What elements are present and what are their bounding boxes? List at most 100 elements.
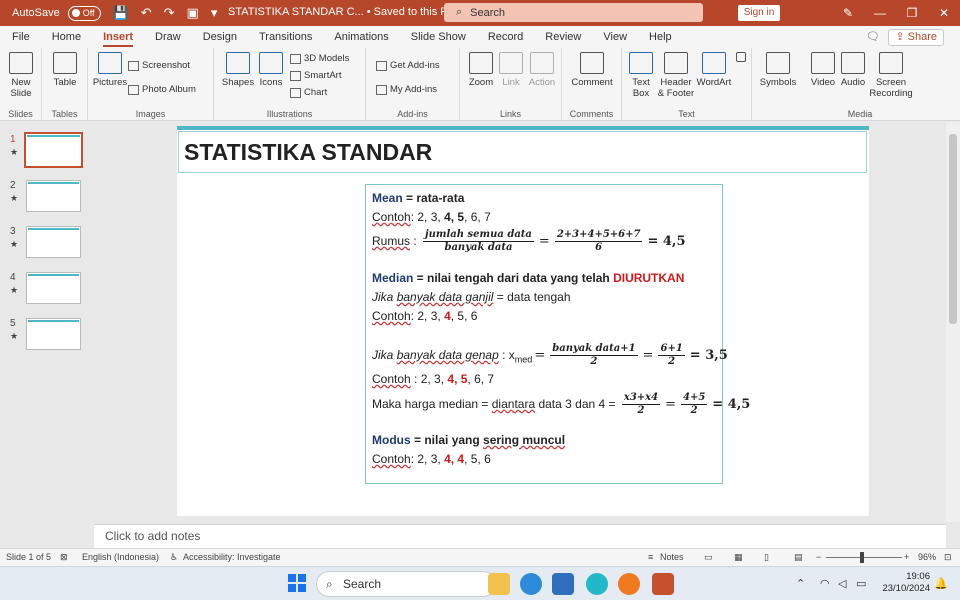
group-comments: Comment Comments: [562, 48, 622, 121]
get-addins-button[interactable]: Get Add-ins: [376, 60, 440, 71]
tab-home[interactable]: Home: [52, 26, 81, 48]
windows-start-icon[interactable]: [288, 574, 306, 592]
content-textbox[interactable]: Mean = rata-rata Contoh: 2, 3, 4, 5, 6, …: [365, 184, 750, 484]
text-more-button[interactable]: [734, 52, 748, 65]
wordart-button[interactable]: WordArt: [696, 52, 732, 88]
sign-in-button[interactable]: Sign in: [738, 5, 780, 21]
language-indicator[interactable]: English (Indonesia): [82, 552, 159, 562]
save-icon[interactable]: 💾: [113, 5, 129, 21]
slide-thumbnail[interactable]: 3 ★: [8, 226, 88, 262]
pictures-button[interactable]: Pictures: [92, 52, 128, 88]
slideshow-icon[interactable]: ▤: [794, 552, 803, 563]
slide-thumbnail[interactable]: 4 ★: [8, 272, 88, 308]
audio-button[interactable]: Audio: [838, 52, 868, 88]
new-slide-icon: [9, 52, 33, 74]
slide-sorter-icon[interactable]: ▦: [734, 552, 743, 563]
action-button[interactable]: Action: [526, 52, 558, 88]
accessibility-status[interactable]: Accessibility: Investigate: [183, 552, 281, 562]
screenshot-button[interactable]: Screenshot: [128, 60, 190, 71]
symbols-button[interactable]: Symbols: [758, 52, 798, 88]
chevron-up-icon[interactable]: ⌃: [796, 577, 805, 590]
vertical-scrollbar[interactable]: [946, 122, 960, 522]
new-slide-button[interactable]: New Slide: [4, 52, 38, 99]
zoom-button[interactable]: Zoom: [466, 52, 496, 88]
reading-view-icon[interactable]: ▯: [764, 552, 769, 563]
share-icon: ⇪: [895, 31, 908, 43]
shapes-button[interactable]: Shapes: [220, 52, 256, 88]
tab-animations[interactable]: Animations: [334, 26, 388, 48]
search-icon: ⌕: [456, 6, 463, 18]
video-icon: [811, 52, 835, 74]
photo-album-button[interactable]: Photo Album: [128, 84, 196, 95]
comments-icon[interactable]: 🗨: [866, 30, 880, 43]
zoom-level[interactable]: 96%: [918, 552, 936, 562]
close-icon[interactable]: ✕: [928, 6, 960, 20]
tab-transitions[interactable]: Transitions: [259, 26, 312, 48]
tab-insert[interactable]: Insert: [103, 26, 133, 48]
undo-icon[interactable]: ↶: [141, 5, 152, 21]
normal-view-icon[interactable]: ▭: [704, 552, 713, 563]
notes-button[interactable]: Notes: [660, 552, 684, 562]
zoom-out-icon[interactable]: −: [816, 552, 821, 562]
scrollbar-thumb[interactable]: [949, 134, 957, 324]
pen-icon[interactable]: ✎: [832, 6, 864, 20]
zoom-in-icon[interactable]: +: [904, 552, 909, 562]
tab-review[interactable]: Review: [545, 26, 581, 48]
fit-slide-icon[interactable]: ⊡: [944, 552, 952, 563]
table-button[interactable]: Table: [48, 52, 82, 88]
slide-title[interactable]: STATISTIKA STANDAR: [184, 139, 432, 166]
slide-thumbnail[interactable]: 2 ★: [8, 180, 88, 216]
tab-view[interactable]: View: [603, 26, 627, 48]
notification-bell-icon[interactable]: 🔔: [934, 577, 948, 590]
search-input[interactable]: ⌕ Search: [444, 3, 703, 22]
present-icon[interactable]: ▣: [187, 5, 199, 21]
slide-thumbnail[interactable]: 1 ★: [8, 132, 88, 170]
volume-icon[interactable]: ◁: [838, 577, 846, 590]
taskbar-search[interactable]: ⌕ Search: [316, 571, 496, 597]
screen-recording-button[interactable]: Screen Recording: [868, 52, 914, 99]
screen-recording-icon: [879, 52, 903, 74]
document-title[interactable]: STATISTIKA STANDAR C... • Saved to this …: [228, 6, 456, 18]
slide[interactable]: STATISTIKA STANDAR Mean = rata-rata Cont…: [177, 126, 869, 516]
icons-button[interactable]: Icons: [256, 52, 286, 88]
group-illustrations: Shapes Icons 3D Models SmartArt Chart Il…: [214, 48, 366, 121]
store-icon[interactable]: [552, 573, 574, 595]
wifi-icon[interactable]: ◠: [820, 577, 830, 590]
canva-icon[interactable]: [586, 573, 608, 595]
comment-button[interactable]: Comment: [568, 52, 616, 88]
customize-toolbar-icon[interactable]: ▾: [211, 5, 218, 21]
my-addins-button[interactable]: My Add-ins: [376, 84, 437, 95]
text-box-icon: [629, 52, 653, 74]
spellcheck-icon[interactable]: ⊠: [60, 552, 68, 563]
zoom-slider[interactable]: [826, 557, 902, 558]
link-button[interactable]: Link: [498, 52, 524, 88]
battery-icon[interactable]: ▭: [856, 577, 866, 590]
tab-record[interactable]: Record: [488, 26, 523, 48]
powerpoint-icon[interactable]: [652, 573, 674, 595]
share-button[interactable]: ⇪ Share: [888, 29, 944, 46]
file-explorer-icon[interactable]: [488, 573, 510, 595]
icons-icon: [259, 52, 283, 74]
zoom-slider-knob[interactable]: [860, 552, 864, 563]
comment-icon: [580, 52, 604, 74]
video-button[interactable]: Video: [808, 52, 838, 88]
tab-slide-show[interactable]: Slide Show: [411, 26, 466, 48]
chart-button[interactable]: Chart: [290, 87, 327, 98]
text-box-button[interactable]: Text Box: [626, 52, 656, 99]
redo-icon[interactable]: ↷: [164, 5, 175, 21]
tab-design[interactable]: Design: [203, 26, 237, 48]
header-footer-button[interactable]: Header & Footer: [656, 52, 696, 99]
slide-thumbnail[interactable]: 5 ★: [8, 318, 88, 354]
autosave-toggle[interactable]: Off: [67, 5, 101, 21]
restore-icon[interactable]: ❐: [896, 6, 928, 20]
minimize-icon[interactable]: —: [864, 6, 896, 20]
3d-models-button[interactable]: 3D Models: [290, 53, 349, 64]
tab-draw[interactable]: Draw: [155, 26, 181, 48]
clock[interactable]: 19:06 23/10/2024: [882, 571, 930, 595]
smartart-button[interactable]: SmartArt: [290, 70, 341, 81]
edge-icon[interactable]: [520, 573, 542, 595]
tab-help[interactable]: Help: [649, 26, 672, 48]
notes-pane[interactable]: Click to add notes: [94, 524, 946, 548]
tab-file[interactable]: File: [12, 26, 30, 48]
firefox-icon[interactable]: [618, 573, 640, 595]
